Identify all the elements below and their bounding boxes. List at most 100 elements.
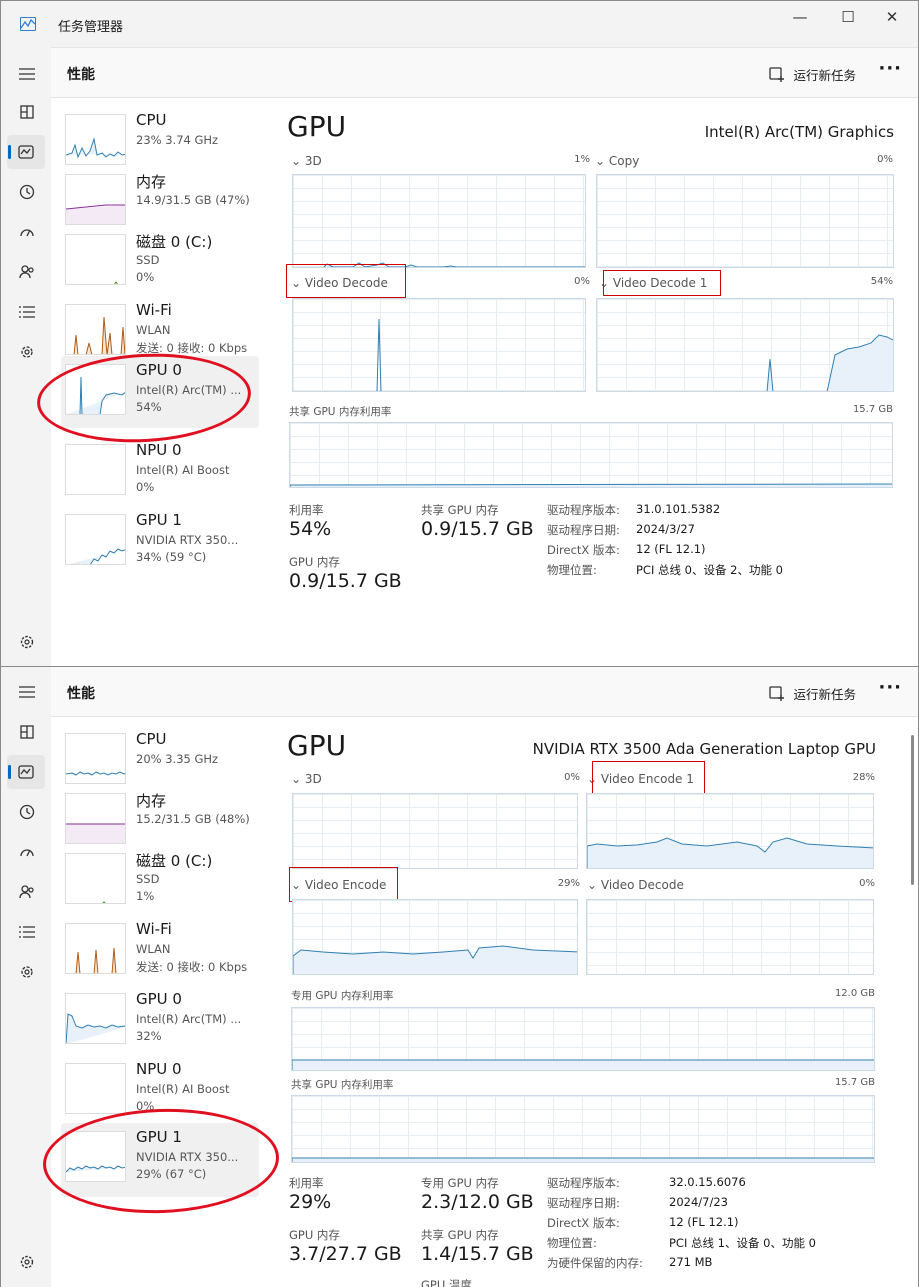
driver-date-value: 2024/3/27	[636, 522, 695, 536]
directx-label: DirectX 版本:	[547, 543, 620, 557]
directx-value: 12 (FL 12.1)	[669, 1215, 739, 1229]
device-detail: 20% 3.35 GHz	[136, 752, 219, 766]
device-disk[interactable]: 磁盘 0 (C:) SSD 1%	[61, 845, 259, 915]
device-wifi[interactable]: Wi-Fi WLAN 发送: 0 接收: 0 Kbps	[61, 915, 259, 985]
details-icon[interactable]	[14, 919, 40, 945]
content-area: 性能 运行新任务 ··· CPU 20% 3.35 GHz 内存 15.2/31…	[41, 667, 918, 1287]
nav-rail	[1, 47, 51, 666]
engine-pct-video-encode: 29%	[557, 878, 580, 889]
device-detail: 23% 3.74 GHz	[136, 133, 219, 147]
disk-thumbnail-graph	[65, 853, 126, 904]
users-icon[interactable]	[14, 259, 40, 285]
graph-video-decode	[292, 298, 586, 392]
page-header: 性能 运行新任务 ···	[51, 48, 918, 98]
app-history-icon[interactable]	[14, 179, 40, 205]
memory-thumbnail-graph	[65, 174, 126, 225]
dedicated-mem-value: 2.3/12.0 GB	[421, 1191, 534, 1213]
task-manager-window-2: 性能 运行新任务 ··· CPU 20% 3.35 GHz 内存 15.2/31…	[0, 667, 919, 1287]
device-usage: 0%	[136, 480, 155, 494]
graph-dedicated-memory	[291, 1007, 875, 1071]
users-icon[interactable]	[14, 879, 40, 905]
device-gpu-0[interactable]: GPU 0 Intel(R) Arc(TM) ... 32%	[61, 985, 259, 1055]
engine-label-video-decode[interactable]: ⌄ Video Decode	[587, 878, 684, 892]
processes-icon[interactable]	[14, 719, 40, 745]
app-title: 任务管理器	[58, 20, 124, 35]
startup-icon[interactable]	[14, 839, 40, 865]
device-detail: SSD	[136, 872, 160, 886]
more-options-button[interactable]: ···	[878, 677, 902, 698]
details-icon[interactable]	[14, 299, 40, 325]
engine-label-3d[interactable]: ⌄ 3D	[291, 154, 322, 168]
red-box-annotation	[286, 264, 406, 298]
services-icon[interactable]	[14, 339, 40, 365]
engine-pct-video-decode: 0%	[574, 276, 590, 287]
red-box-annotation	[592, 761, 705, 794]
services-icon[interactable]	[14, 959, 40, 985]
location-label: 物理位置:	[547, 1236, 597, 1250]
device-detail: NVIDIA RTX 350...	[136, 533, 239, 547]
dedicated-mem-label: 专用 GPU 内存	[421, 1176, 499, 1190]
startup-icon[interactable]	[14, 219, 40, 245]
gpu-mem-value: 0.9/15.7 GB	[289, 570, 402, 592]
location-label: 物理位置:	[547, 563, 597, 577]
app-history-icon[interactable]	[14, 799, 40, 825]
graph-copy	[596, 174, 894, 268]
graph-shared-memory	[289, 422, 893, 488]
red-box-annotation	[289, 867, 398, 902]
engine-pct-video-encode-1: 28%	[852, 772, 875, 783]
device-disk[interactable]: 磁盘 0 (C:) SSD 0%	[61, 226, 259, 296]
run-new-task-label: 运行新任务	[793, 687, 856, 702]
device-npu-0[interactable]: NPU 0 Intel(R) AI Boost 0%	[61, 436, 259, 506]
graph-shared-memory	[291, 1095, 875, 1163]
device-detail: 15.2/31.5 GB (48%)	[136, 812, 250, 826]
driver-date-value: 2024/7/23	[669, 1195, 728, 1209]
gpu-temp-label: GPU 温度	[421, 1278, 472, 1287]
more-options-button[interactable]: ···	[878, 58, 902, 79]
shared-mem-value: 1.4/15.7 GB	[421, 1243, 534, 1265]
driver-version-label: 驱动程序版本:	[547, 503, 620, 517]
menu-icon[interactable]	[14, 679, 40, 705]
device-name: 磁盘 0 (C:)	[136, 233, 213, 251]
content-area: 性能 运行新任务 ··· CPU 23% 3.74 GHz 内存 14.9/31…	[34, 47, 918, 666]
location-value: PCI 总线 0、设备 2、功能 0	[636, 563, 783, 577]
close-button[interactable]: ✕	[876, 7, 908, 29]
menu-icon[interactable]	[14, 61, 40, 87]
dedicated-memory-label: 专用 GPU 内存利用率	[291, 990, 394, 1002]
engine-pct-3d: 0%	[564, 772, 580, 783]
performance-icon[interactable]	[7, 135, 45, 169]
device-name: NPU 0	[136, 1060, 182, 1078]
npu-thumbnail-graph	[65, 444, 126, 495]
run-new-task-button[interactable]: 运行新任务	[769, 684, 856, 703]
location-value: PCI 总线 1、设备 0、功能 0	[669, 1236, 816, 1250]
shared-memory-label: 共享 GPU 内存利用率	[289, 406, 392, 418]
scrollbar[interactable]	[911, 735, 914, 885]
engine-label-3d[interactable]: ⌄ 3D	[291, 772, 322, 786]
gpu-model-name: NVIDIA RTX 3500 Ada Generation Laptop GP…	[532, 740, 876, 758]
driver-version-value: 31.0.101.5382	[636, 502, 721, 516]
maximize-button[interactable]: ☐	[832, 7, 864, 29]
device-gpu-1[interactable]: GPU 1 NVIDIA RTX 350... 34% (59 °C)	[61, 506, 259, 576]
gpu-heading: GPU	[287, 110, 347, 143]
run-task-icon	[769, 66, 785, 82]
device-detail: WLAN	[136, 323, 171, 337]
task-manager-window-1: 任务管理器 — ☐ ✕ 性能 运行新任务 ··· CPU 23% 3.74 GH…	[0, 0, 919, 667]
gpu-heading: GPU	[287, 729, 347, 762]
gpu-mem-label: GPU 内存	[289, 555, 340, 569]
util-value: 29%	[289, 1191, 332, 1213]
directx-value: 12 (FL 12.1)	[636, 542, 706, 556]
shared-memory-label: 共享 GPU 内存利用率	[291, 1079, 394, 1091]
page-title: 性能	[67, 67, 95, 83]
minimize-button[interactable]: —	[784, 7, 816, 29]
engine-label-copy[interactable]: ⌄ Copy	[595, 154, 639, 168]
page-header: 性能 运行新任务 ···	[51, 667, 918, 717]
run-new-task-button[interactable]: 运行新任务	[769, 65, 856, 84]
settings-icon[interactable]	[14, 629, 40, 655]
processes-icon[interactable]	[14, 99, 40, 125]
engine-pct-video-decode: 0%	[859, 878, 875, 889]
device-usage: 34% (59 °C)	[136, 550, 207, 564]
device-name: 内存	[136, 173, 167, 191]
engine-pct-copy: 0%	[877, 154, 893, 165]
performance-icon[interactable]	[7, 755, 45, 789]
device-name: CPU	[136, 111, 167, 129]
settings-icon[interactable]	[14, 1249, 40, 1275]
